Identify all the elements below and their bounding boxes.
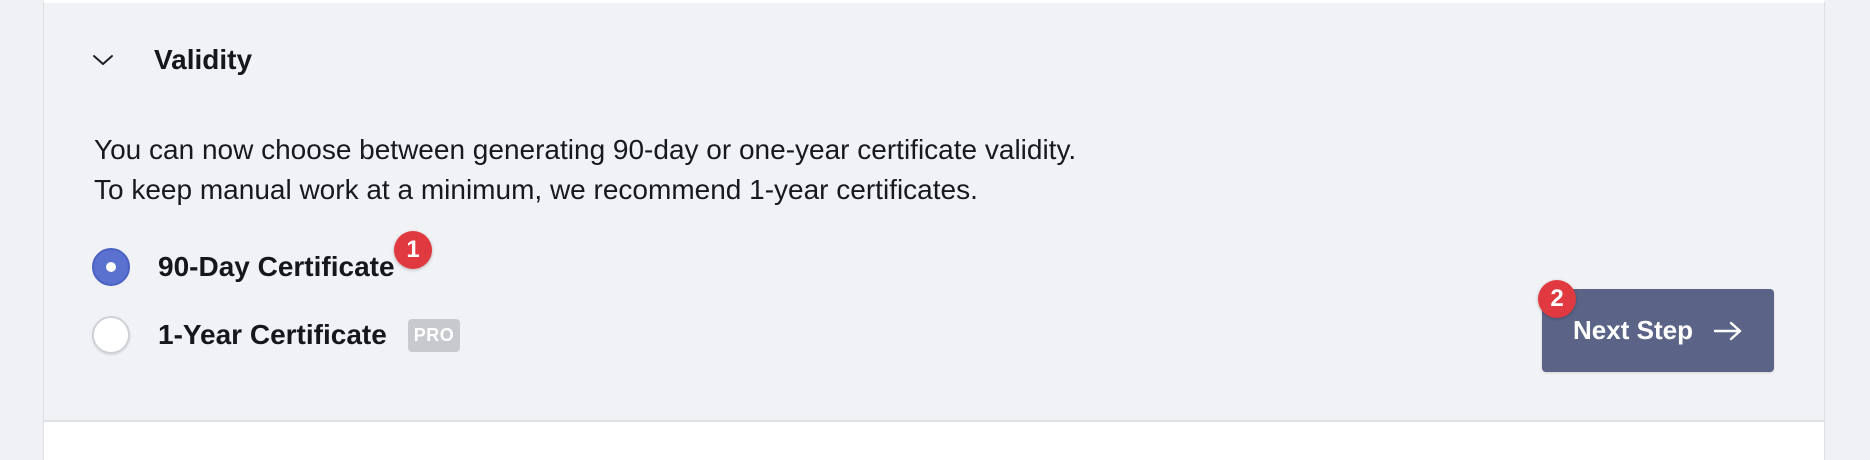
pro-badge: PRO (407, 318, 461, 352)
option-90-day[interactable]: 90-Day Certificate (92, 248, 395, 286)
option-label-1-year: 1-Year Certificate (158, 319, 387, 350)
validity-description: You can now choose between generating 90… (94, 130, 1076, 210)
chevron-down-icon[interactable] (90, 47, 116, 73)
description-line-1: You can now choose between generating 90… (94, 134, 1077, 165)
annotation-marker-1: 1 (394, 231, 432, 269)
page: Validity You can now choose between gene… (0, 0, 1870, 460)
option-label-90-day: 90-Day Certificate (158, 251, 395, 282)
validity-section-header[interactable]: Validity (90, 38, 252, 82)
description-line-2: To keep manual work at a minimum, we rec… (94, 174, 978, 205)
radio-90-day[interactable] (92, 248, 130, 286)
arrow-right-icon (1713, 320, 1743, 342)
option-1-year[interactable]: 1-Year Certificate PRO (92, 316, 461, 354)
radio-1-year[interactable] (92, 316, 130, 354)
annotation-marker-2: 2 (1538, 280, 1576, 318)
section-title: Validity (154, 44, 253, 75)
next-step-label: Next Step (1573, 315, 1693, 345)
next-section-area (43, 422, 1825, 460)
next-step-button[interactable]: Next Step (1542, 289, 1774, 372)
